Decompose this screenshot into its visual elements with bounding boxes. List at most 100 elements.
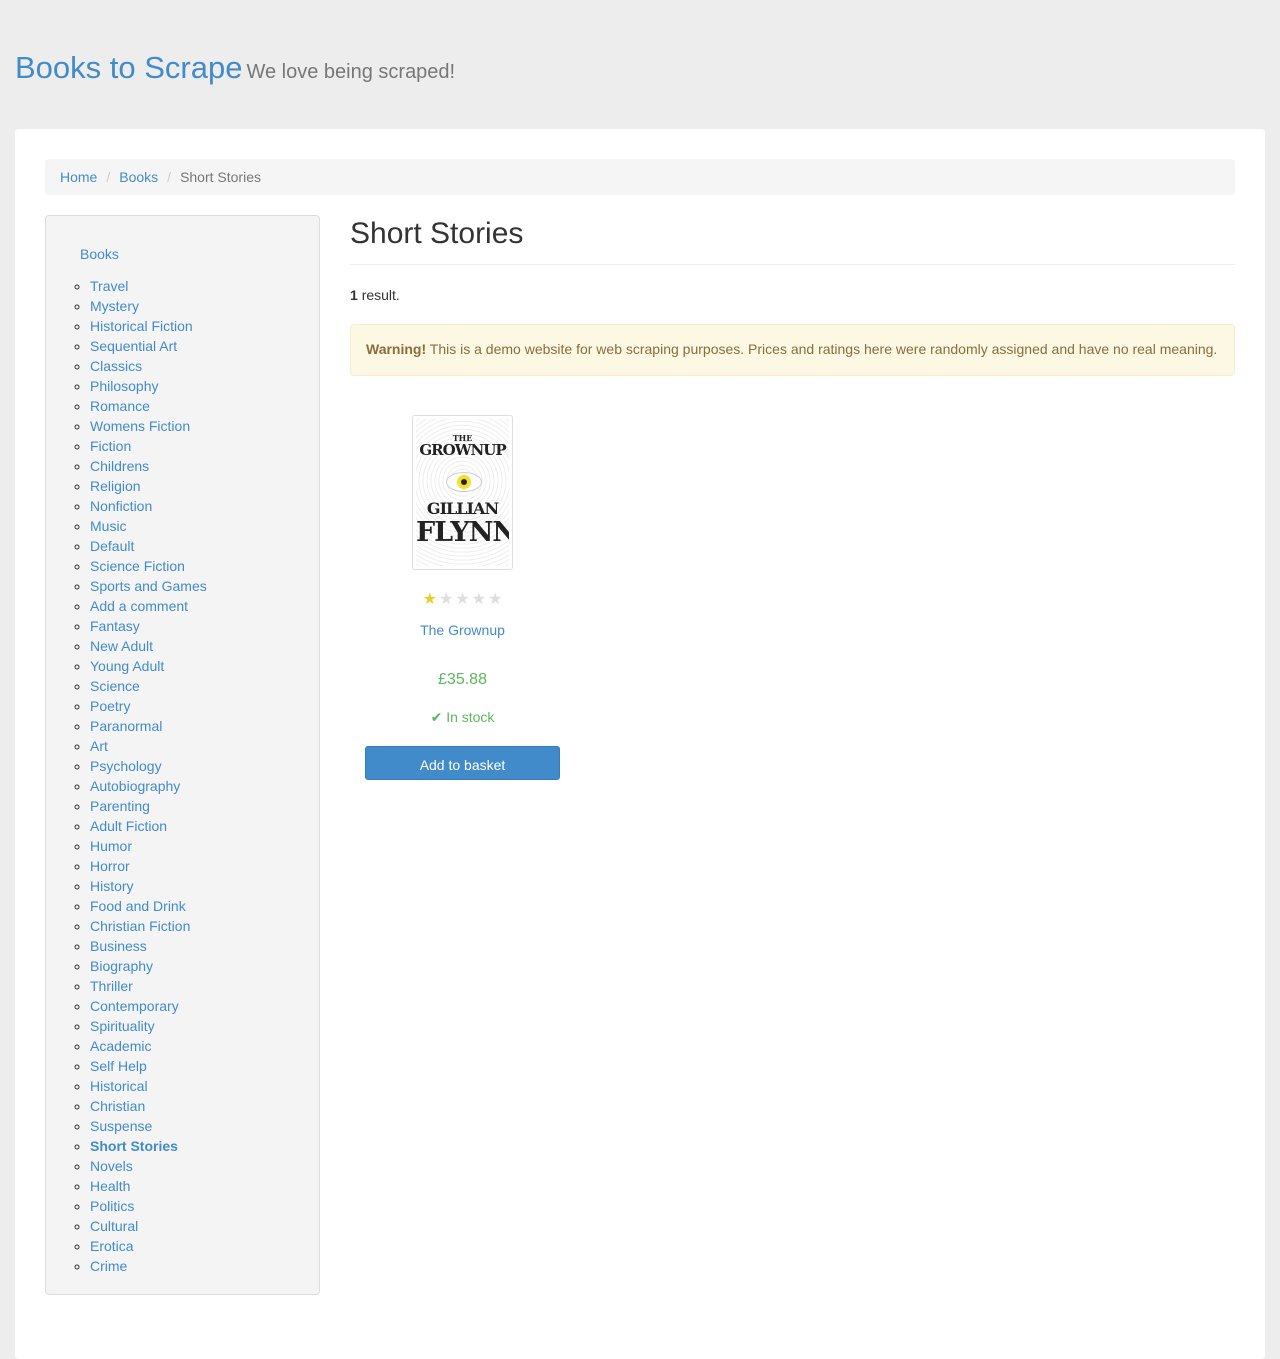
sidebar-category-item: Health (90, 1176, 207, 1196)
availability: ✔ In stock (365, 709, 560, 726)
sidebar-category-item: Fantasy (90, 616, 207, 636)
sidebar-category-link[interactable]: Paranormal (90, 718, 162, 734)
sidebar-category-item: Academic (90, 1036, 207, 1056)
sidebar-category-item: Humor (90, 836, 207, 856)
sidebar-category-link[interactable]: Travel (90, 278, 128, 294)
sidebar-category-link[interactable]: Politics (90, 1198, 134, 1214)
sidebar-category-link[interactable]: Thriller (90, 978, 133, 994)
warning-text: This is a demo website for web scraping … (429, 341, 1218, 357)
sidebar-category-item: Erotica (90, 1236, 207, 1256)
sidebar-category-item: Childrens (90, 456, 207, 476)
sidebar-category-link[interactable]: Horror (90, 858, 130, 874)
sidebar-category-link[interactable]: Nonfiction (90, 498, 152, 514)
sidebar-root-books[interactable]: Books (80, 246, 119, 262)
sidebar-category-item: Travel (90, 276, 207, 296)
sidebar-category-link[interactable]: Historical Fiction (90, 318, 193, 334)
sidebar-category-item: Sports and Games (90, 576, 207, 596)
sidebar-category-link[interactable]: Parenting (90, 798, 150, 814)
sidebar-category-item: Default (90, 536, 207, 556)
breadcrumb-home[interactable]: Home (60, 169, 97, 185)
sidebar-category-item: Biography (90, 956, 207, 976)
brand-link[interactable]: Books to Scrape (15, 50, 242, 85)
sidebar-category-item: Food and Drink (90, 896, 207, 916)
sidebar-category-link[interactable]: Young Adult (90, 658, 164, 674)
sidebar-category-item: Christian (90, 1096, 207, 1116)
sidebar-category-link[interactable]: Religion (90, 478, 141, 494)
book-cover-image: THE GROWNUP GILLIAN FLYNN (416, 419, 509, 566)
sidebar-category-link[interactable]: Default (90, 538, 134, 554)
star-icon: ★ (438, 591, 454, 608)
sidebar-category-item: Historical Fiction (90, 316, 207, 336)
sidebar-category-item: Horror (90, 856, 207, 876)
cover-author-first: GILLIAN (426, 499, 499, 518)
sidebar-category-link[interactable]: Science Fiction (90, 558, 185, 574)
sidebar-category-link[interactable]: Fiction (90, 438, 131, 454)
sidebar-category-link[interactable]: Science (90, 678, 140, 694)
sidebar-category-item: Young Adult (90, 656, 207, 676)
sidebar-category-link[interactable]: Art (90, 738, 108, 754)
availability-text: In stock (446, 709, 495, 725)
sidebar-category-link[interactable]: Biography (90, 958, 153, 974)
sidebar-category-link[interactable]: Adult Fiction (90, 818, 167, 834)
sidebar-category-link[interactable]: Erotica (90, 1238, 134, 1254)
sidebar-category-link[interactable]: Psychology (90, 758, 162, 774)
product-card: THE GROWNUP GILLIAN FLYNN ★ ★ ★ ★ ★ The Grow… (365, 415, 560, 780)
sidebar-category-link[interactable]: Short Stories (90, 1138, 178, 1154)
sidebar-category-link[interactable]: Romance (90, 398, 150, 414)
sidebar-category-link[interactable]: Humor (90, 838, 132, 854)
sidebar-category-item: Womens Fiction (90, 416, 207, 436)
sidebar-category-link[interactable]: Poetry (90, 698, 130, 714)
star-rating: ★ ★ ★ ★ ★ (365, 592, 560, 608)
sidebar-category-link[interactable]: Novels (90, 1158, 133, 1174)
sidebar-category-item: Adult Fiction (90, 816, 207, 836)
sidebar-category-link[interactable]: Womens Fiction (90, 418, 190, 434)
sidebar-category-link[interactable]: Mystery (90, 298, 139, 314)
sidebar-category-link[interactable]: Childrens (90, 458, 149, 474)
sidebar-category-item: Mystery (90, 296, 207, 316)
sidebar-category-link[interactable]: Cultural (90, 1218, 138, 1234)
sidebar-category-link[interactable]: Health (90, 1178, 130, 1194)
sidebar-category-link[interactable]: Food and Drink (90, 898, 186, 914)
sidebar-category-link[interactable]: Christian (90, 1098, 145, 1114)
eye-icon (446, 472, 482, 492)
result-suffix: result. (361, 287, 400, 303)
sidebar-category-link[interactable]: Business (90, 938, 147, 954)
sidebar-category-link[interactable]: Classics (90, 358, 142, 374)
sidebar-category-link[interactable]: Autobiography (90, 778, 180, 794)
sidebar-category-link[interactable]: Add a comment (90, 598, 188, 614)
sidebar-category-item: Spirituality (90, 1016, 207, 1036)
sidebar-category-item: Crime (90, 1256, 207, 1276)
page-title: Short Stories (350, 215, 1235, 265)
sidebar-category-item: Art (90, 736, 207, 756)
sidebar-category-link[interactable]: Contemporary (90, 998, 179, 1014)
sidebar-category-link[interactable]: Fantasy (90, 618, 140, 634)
sidebar-category-link[interactable]: History (90, 878, 134, 894)
sidebar-category-item: Nonfiction (90, 496, 207, 516)
sidebar-category-link[interactable]: Sports and Games (90, 578, 207, 594)
sidebar-category-item: Poetry (90, 696, 207, 716)
sidebar-category-item: Romance (90, 396, 207, 416)
sidebar-category-item: Classics (90, 356, 207, 376)
sidebar-category-link[interactable]: Spirituality (90, 1018, 155, 1034)
sidebar-category-link[interactable]: Sequential Art (90, 338, 177, 354)
sidebar-category-link[interactable]: Historical (90, 1078, 148, 1094)
book-cover-link[interactable]: THE GROWNUP GILLIAN FLYNN (412, 415, 513, 570)
sidebar-category-item: Historical (90, 1076, 207, 1096)
sidebar-category-link[interactable]: Christian Fiction (90, 918, 190, 934)
sidebar-category-link[interactable]: New Adult (90, 638, 153, 654)
sidebar-category-item: Science (90, 676, 207, 696)
sidebar-category-link[interactable]: Crime (90, 1258, 127, 1274)
sidebar-category-link[interactable]: Music (90, 518, 127, 534)
book-title-link[interactable]: The Grownup (365, 622, 560, 638)
sidebar-category-item: Add a comment (90, 596, 207, 616)
add-to-basket-button[interactable]: Add to basket (365, 746, 560, 780)
warning-label: Warning! (366, 341, 427, 357)
star-icon: ★ (455, 591, 470, 608)
sidebar-category-item: New Adult (90, 636, 207, 656)
sidebar-category-link[interactable]: Academic (90, 1038, 151, 1054)
sidebar-category-link[interactable]: Philosophy (90, 378, 159, 394)
sidebar-category-link[interactable]: Suspense (90, 1118, 152, 1134)
sidebar-category-link[interactable]: Self Help (90, 1058, 147, 1074)
breadcrumb-separator: / (106, 169, 111, 185)
breadcrumb-books[interactable]: Books (119, 169, 158, 185)
